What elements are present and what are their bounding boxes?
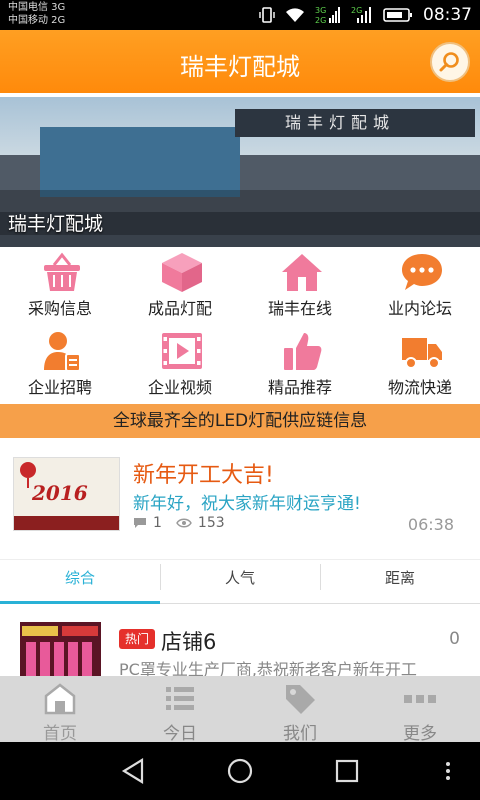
comment-icon <box>134 518 146 528</box>
banner-caption: 瑞丰灯配城 <box>8 213 104 235</box>
home-outline-icon <box>44 683 76 715</box>
nav-more[interactable]: 更多 <box>360 676 480 744</box>
category-online[interactable]: 瑞丰在线 <box>240 247 360 326</box>
svg-text:2G: 2G <box>351 6 362 15</box>
system-navigation-bar <box>0 742 480 800</box>
nav-label: 我们 <box>283 724 317 744</box>
category-label: 企业视频 <box>147 378 212 397</box>
news-meta: 1 153 <box>133 515 225 531</box>
basket-icon <box>44 252 80 291</box>
comment-count: 1 <box>153 515 162 531</box>
menu-dots-icon[interactable] <box>440 755 456 787</box>
chat-bubble-icon <box>402 254 442 290</box>
active-tab-indicator <box>0 601 160 604</box>
wifi-icon <box>286 8 304 22</box>
tab-popularity[interactable]: 人气 <box>160 560 320 604</box>
more-dots-icon <box>404 695 436 703</box>
category-label: 物流快递 <box>387 378 452 397</box>
banner-carousel[interactable]: 瑞丰灯配城 瑞丰灯配城 <box>0 97 480 247</box>
nav-home[interactable]: 首页 <box>0 676 120 744</box>
status-bar: 中国电信 3G 中国移动 2G 3G 2G 2G 08:37 <box>0 0 480 30</box>
box-icon <box>162 253 202 292</box>
tag-icon <box>286 685 315 714</box>
news-time: 06:38 <box>407 515 454 534</box>
banner-screen <box>40 127 240 197</box>
shop-list-item[interactable]: 热门 店铺6 0 PC罩专业生产厂商,恭祝新老客户新年开工 <box>0 606 480 676</box>
nav-label: 今日 <box>163 724 197 744</box>
category-label: 业内论坛 <box>387 299 452 318</box>
nav-about[interactable]: 我们 <box>240 676 360 744</box>
category-label: 成品灯配 <box>147 299 212 318</box>
clock: 08:37 <box>423 5 472 25</box>
view-count: 153 <box>197 515 225 531</box>
home-circle-icon[interactable] <box>224 755 256 787</box>
bottom-navigation: 首页 今日 我们 更多 <box>0 676 480 744</box>
svg-text:3G: 3G <box>315 6 326 15</box>
app-header: 瑞丰灯配城 <box>0 30 480 93</box>
news-title: 新年开工大吉! <box>133 463 274 488</box>
search-icon <box>439 52 459 72</box>
recents-icon[interactable] <box>331 755 363 787</box>
search-button[interactable] <box>430 42 470 82</box>
person-card-icon <box>44 332 81 372</box>
list-icon <box>166 687 194 710</box>
truck-icon <box>402 338 442 369</box>
sort-tabs: 综合 人气 距离 <box>0 559 480 604</box>
news-thumbnail: 2016 <box>13 457 120 531</box>
category-forum[interactable]: 业内论坛 <box>360 247 480 326</box>
category-label: 采购信息 <box>27 299 92 318</box>
new-year-image-icon: 2016 <box>14 458 119 530</box>
battery-icon <box>383 8 412 22</box>
shop-thumbnail <box>20 622 101 676</box>
category-featured[interactable]: 精品推荐 <box>240 326 360 405</box>
news-item[interactable]: 2016 新年开工大吉! 新年好，祝大家新年财运亨通! 1 153 06:38 <box>0 440 480 558</box>
category-grid: 采购信息 成品灯配 瑞丰在线 业内论坛 企业招聘 企业视频 精品推荐 物流快递 <box>0 247 480 405</box>
category-recruit[interactable]: 企业招聘 <box>0 326 120 405</box>
home-icon <box>282 254 322 291</box>
nav-label: 更多 <box>403 724 437 744</box>
category-label: 企业招聘 <box>27 378 92 397</box>
shop-description: PC罩专业生产厂商,恭祝新老客户新年开工 <box>119 660 417 676</box>
carrier-2-label: 中国移动 2G <box>8 15 66 26</box>
svg-text:2G: 2G <box>315 16 326 25</box>
back-icon[interactable] <box>118 755 150 787</box>
signal-2g-icon: 2G <box>351 6 371 23</box>
nav-label: 首页 <box>43 724 77 744</box>
category-products[interactable]: 成品灯配 <box>120 247 240 326</box>
tab-distance[interactable]: 距离 <box>320 560 480 604</box>
category-label: 精品推荐 <box>267 378 332 397</box>
category-logistics[interactable]: 物流快递 <box>360 326 480 405</box>
category-purchase[interactable]: 采购信息 <box>0 247 120 326</box>
shop-name: 店铺6 <box>161 630 217 654</box>
category-video[interactable]: 企业视频 <box>120 326 240 405</box>
film-icon <box>162 333 202 369</box>
hot-badge: 热门 <box>119 629 155 649</box>
tab-general[interactable]: 综合 <box>0 560 160 604</box>
shop-count: 0 <box>449 629 460 649</box>
carrier-1-label: 中国电信 3G <box>8 2 66 13</box>
shop-image-icon <box>20 622 101 676</box>
banner-sign: 瑞丰灯配城 <box>235 109 475 137</box>
thumbs-up-icon <box>284 333 322 370</box>
page-title: 瑞丰灯配城 <box>180 53 300 81</box>
vibrate-icon <box>259 7 275 23</box>
eye-icon <box>176 518 192 528</box>
news-subtitle: 新年好，祝大家新年财运亨通! <box>133 494 361 514</box>
news-image-text: 2016 <box>31 481 88 505</box>
signal-3g-icon: 3G2G <box>315 6 340 25</box>
nav-today[interactable]: 今日 <box>120 676 240 744</box>
category-label: 瑞丰在线 <box>267 299 332 318</box>
notice-bar[interactable]: 全球最齐全的LED灯配供应链信息 <box>0 404 480 438</box>
